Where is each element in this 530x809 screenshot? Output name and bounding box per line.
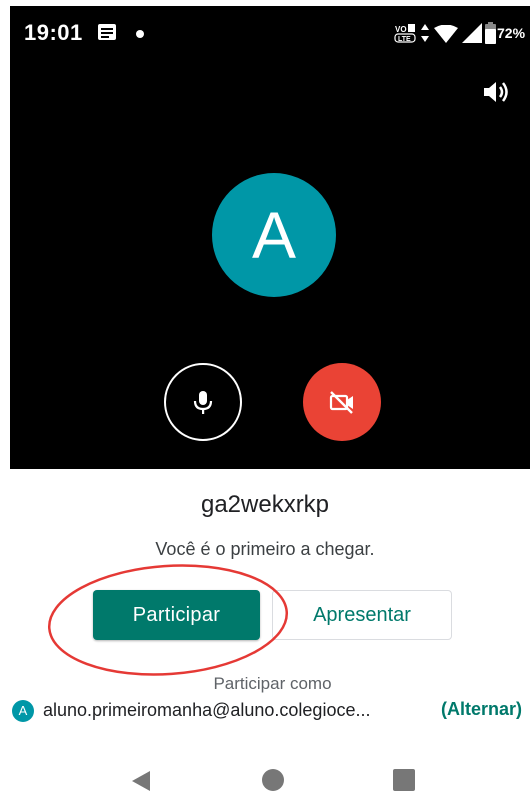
wifi-icon (434, 25, 458, 43)
account-avatar: A (12, 700, 34, 722)
battery-percent: 72% (497, 25, 526, 41)
svg-text:VO: VO (395, 25, 407, 34)
speaker-icon[interactable] (481, 77, 511, 107)
account-email: aluno.primeiromanha@aluno.colegioce... (43, 700, 371, 720)
signal-icon (462, 23, 482, 43)
notification-icon (98, 24, 116, 40)
join-button[interactable]: Participar (93, 590, 260, 640)
dot-icon (136, 30, 144, 38)
svg-text:LTE: LTE (398, 36, 411, 43)
camera-off-icon (329, 391, 353, 414)
volte-icon: VO LTE (394, 24, 416, 43)
meeting-code: ga2wekxrkp (200, 491, 330, 518)
mic-toggle-button[interactable] (164, 363, 242, 441)
join-as-label: Participar como (213, 674, 332, 693)
switch-account-link[interactable]: (Alternar) (441, 699, 522, 720)
account-row: A aluno.primeiromanha@aluno.colegioce...… (12, 699, 530, 725)
home-icon[interactable] (262, 769, 284, 791)
user-avatar: A (212, 173, 336, 297)
recents-icon[interactable] (393, 769, 415, 791)
navigation-bar (0, 740, 530, 809)
status-bar: 19:01 VO LTE 72% (10, 6, 530, 56)
camera-toggle-button[interactable] (303, 363, 381, 441)
battery-icon (485, 22, 496, 44)
present-button[interactable]: Apresentar (272, 590, 452, 640)
camera-preview: 19:01 VO LTE 72% A (10, 6, 530, 469)
data-arrows-icon (421, 24, 429, 42)
status-time: 19:01 (24, 20, 83, 45)
meeting-status: Você é o primeiro a chegar. (155, 539, 375, 559)
mic-icon (193, 391, 213, 414)
back-icon[interactable] (130, 770, 152, 792)
